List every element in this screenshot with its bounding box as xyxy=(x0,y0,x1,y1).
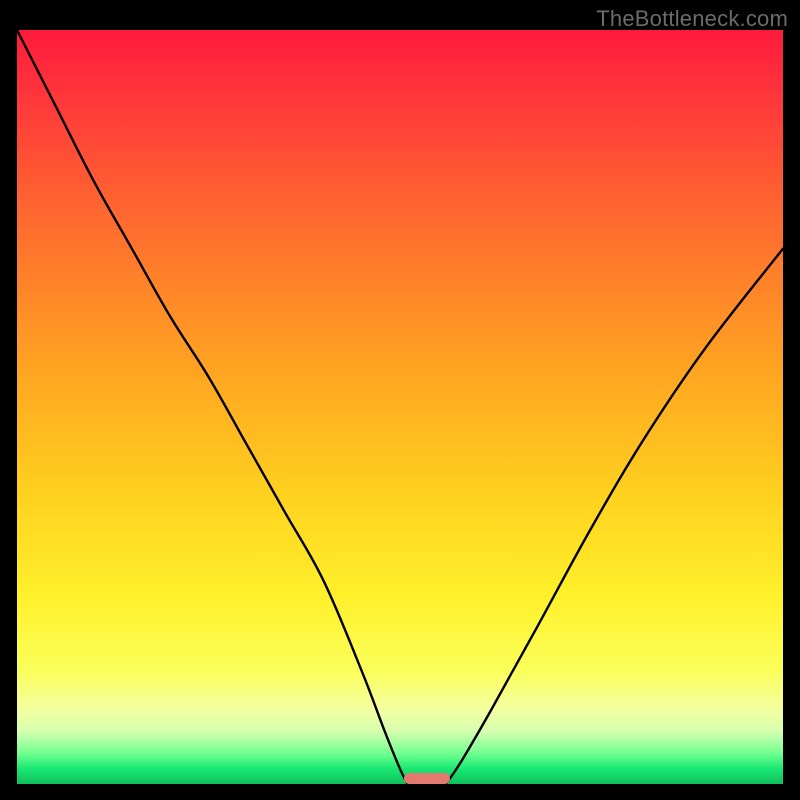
bottleneck-curve xyxy=(17,30,783,784)
chart-frame: TheBottleneck.com xyxy=(0,0,800,800)
curve-left-branch xyxy=(17,30,408,784)
optimal-balance-marker xyxy=(404,773,450,784)
curve-right-branch xyxy=(446,249,783,784)
plot-area xyxy=(17,30,783,784)
attribution-text: TheBottleneck.com xyxy=(596,6,788,32)
